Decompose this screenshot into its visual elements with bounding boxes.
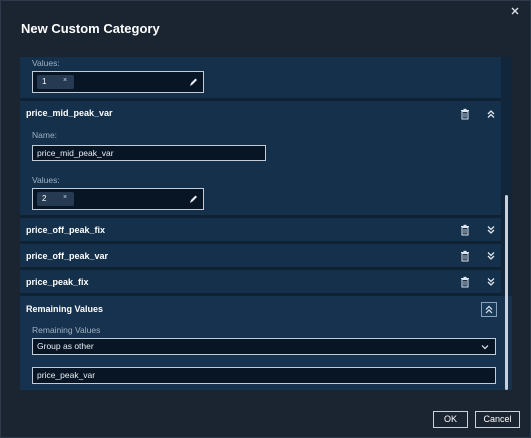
chevron-double-up-icon[interactable] <box>485 108 497 120</box>
ok-button[interactable]: OK <box>433 411 468 428</box>
dialog-title: New Custom Category <box>21 21 160 36</box>
trash-icon[interactable] <box>459 108 471 120</box>
remaining-values-title: Remaining Values <box>26 304 104 314</box>
chip-remove-icon[interactable]: × <box>63 194 67 201</box>
chip-value: 2 <box>42 194 47 203</box>
new-custom-category-dialog: New Custom Category Values: 1 × price_mi… <box>0 0 531 438</box>
category-panel-off-peak-fix[interactable]: price_off_peak_fix <box>20 218 501 241</box>
remaining-values-panel: Remaining Values Remaining Values Group … <box>20 296 512 390</box>
chip-value: 1 <box>42 77 47 86</box>
selected-option: Group as other <box>37 341 94 351</box>
collapse-button[interactable] <box>481 302 497 317</box>
values-field[interactable]: 1 × <box>32 71 204 93</box>
pencil-icon[interactable] <box>188 76 198 88</box>
cancel-button[interactable]: Cancel <box>475 411 520 428</box>
remaining-values-label: Remaining Values <box>32 325 101 335</box>
value-chip: 2 × <box>37 192 74 206</box>
name-input[interactable]: price_mid_peak_var <box>32 145 266 161</box>
category-panel-previous: Values: 1 × <box>20 57 501 98</box>
scrollbar-thumb[interactable] <box>505 195 508 390</box>
category-panel-off-peak-var[interactable]: price_off_peak_var <box>20 244 501 267</box>
chevron-double-down-icon[interactable] <box>485 224 497 236</box>
chevron-double-down-icon[interactable] <box>485 250 497 262</box>
chevron-double-up-icon <box>485 305 493 314</box>
chevron-double-down-icon[interactable] <box>485 276 497 288</box>
category-title: price_off_peak_fix <box>26 225 106 235</box>
value-chip: 1 × <box>37 75 74 89</box>
remaining-value-field[interactable]: price_peak_var <box>32 367 496 384</box>
close-icon[interactable] <box>508 5 522 19</box>
remaining-values-select[interactable]: Group as other <box>32 338 496 355</box>
category-title: price_off_peak_var <box>26 251 109 261</box>
chip-remove-icon[interactable]: × <box>63 77 67 84</box>
values-label: Values: <box>32 175 60 185</box>
trash-icon[interactable] <box>459 276 471 288</box>
name-label: Name: <box>32 130 58 140</box>
chevron-down-icon <box>481 345 489 350</box>
categories-scroll-area[interactable]: Values: 1 × price_mid_peak_var Name: pri… <box>20 57 512 390</box>
trash-icon[interactable] <box>459 224 471 236</box>
values-field[interactable]: 2 × <box>32 188 204 210</box>
scrollbar[interactable] <box>501 195 511 390</box>
pencil-icon[interactable] <box>188 193 198 205</box>
category-title: price_peak_fix <box>26 277 89 287</box>
category-panel-mid-peak-var: price_mid_peak_var Name: price_mid_peak_… <box>20 101 501 215</box>
trash-icon[interactable] <box>459 250 471 262</box>
values-label: Values: <box>32 58 60 68</box>
category-panel-peak-fix[interactable]: price_peak_fix <box>20 270 501 293</box>
category-title: price_mid_peak_var <box>26 108 113 118</box>
